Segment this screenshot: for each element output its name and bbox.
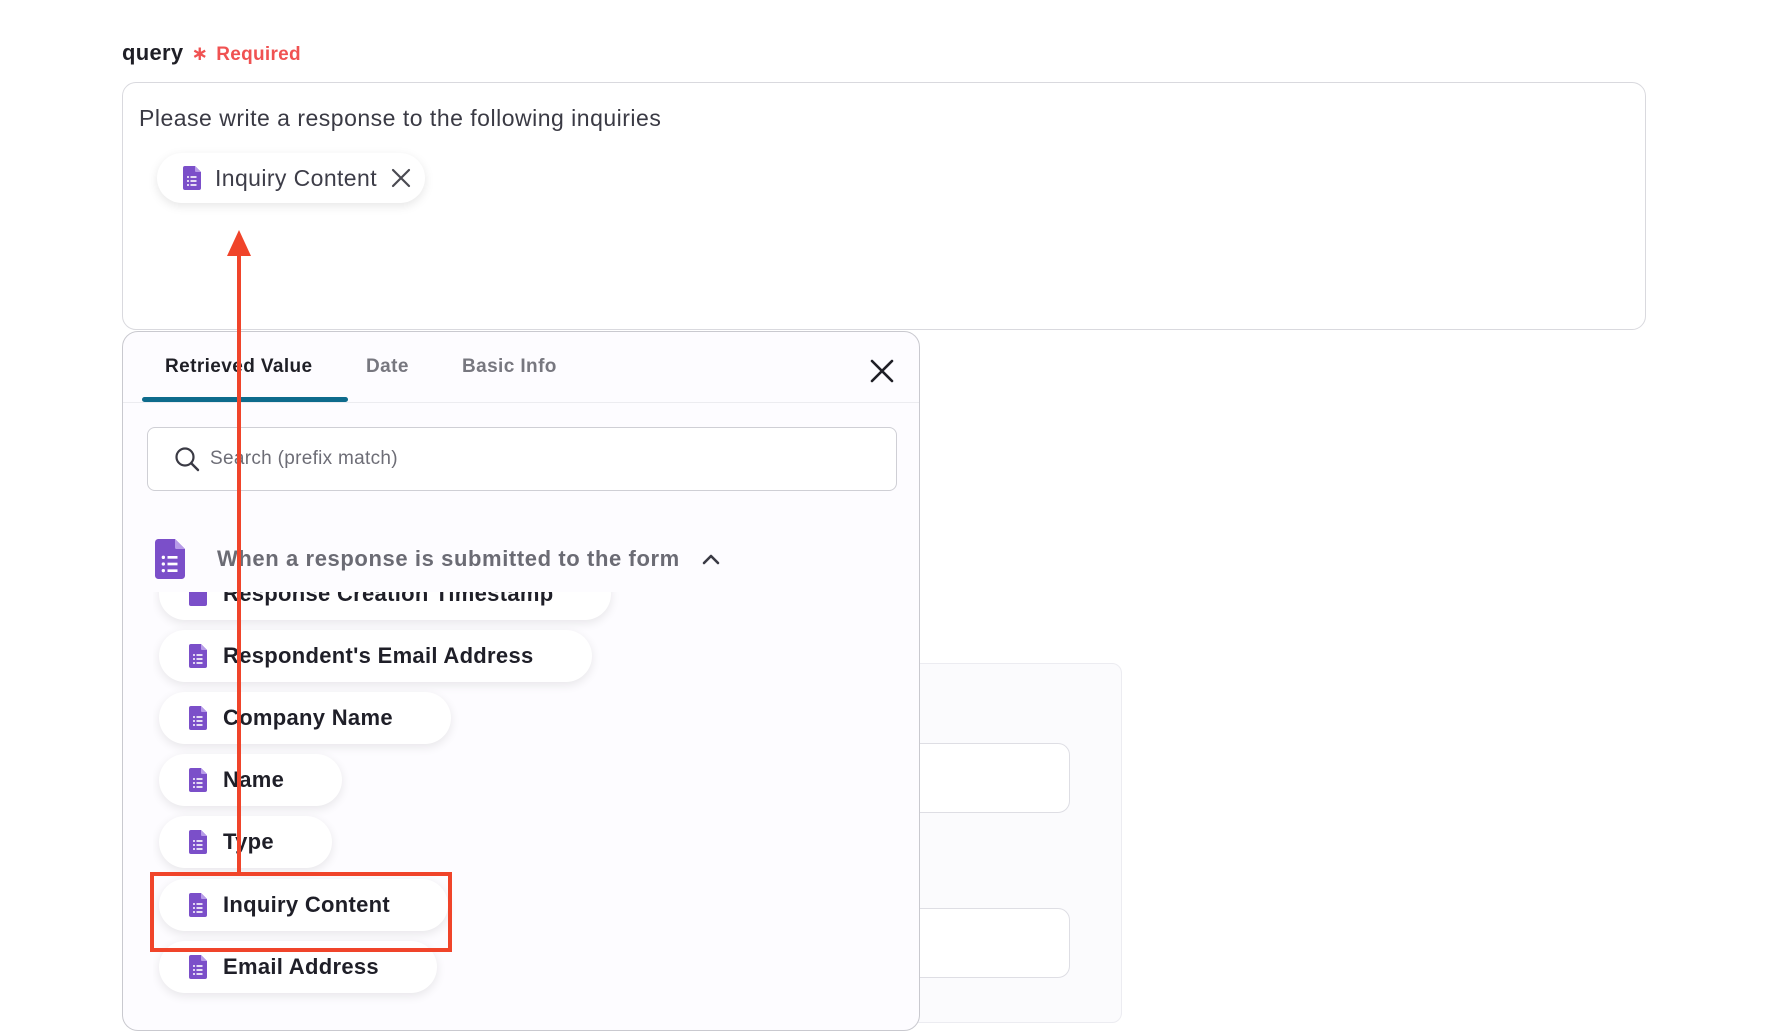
- form-doc-icon: [189, 768, 207, 792]
- query-field-label: query ∗ Required: [122, 40, 301, 66]
- inquiry-content-chip[interactable]: Inquiry Content: [157, 153, 425, 203]
- active-tab-indicator: [142, 397, 348, 402]
- tab-basic-info[interactable]: Basic Info: [462, 356, 557, 378]
- list-item-label: Type: [223, 829, 274, 854]
- tab-retrieved-value[interactable]: Retrieved Value: [165, 356, 313, 378]
- search-field[interactable]: [147, 427, 897, 491]
- query-input-area[interactable]: Please write a response to the following…: [122, 82, 1646, 330]
- search-input[interactable]: [208, 447, 812, 471]
- list-item-label: Response Creation Timestamp: [223, 592, 554, 606]
- annotation-highlight-box: [150, 872, 452, 952]
- search-icon: [175, 447, 200, 472]
- tab-date[interactable]: Date: [366, 356, 409, 378]
- list-item[interactable]: Name: [159, 754, 343, 806]
- close-icon[interactable]: [867, 356, 897, 386]
- chip-label: Inquiry Content: [215, 164, 377, 191]
- list-item[interactable]: Response Creation Timestamp: [159, 592, 612, 620]
- section-title: When a response is submitted to the form: [217, 546, 680, 571]
- query-text[interactable]: Please write a response to the following…: [139, 105, 661, 132]
- list-item-label: Respondent's Email Address: [223, 643, 534, 668]
- required-label: Required: [216, 44, 301, 65]
- retrieved-value-list: Response Creation Timestamp Respondent's…: [153, 592, 893, 1030]
- list-item[interactable]: Respondent's Email Address: [159, 630, 592, 682]
- list-item-label: Email Address: [223, 954, 379, 979]
- list-item-label: Name: [223, 767, 285, 792]
- chevron-up-icon[interactable]: [702, 553, 720, 565]
- form-doc-icon: [189, 706, 207, 730]
- form-doc-icon: [189, 955, 207, 979]
- form-doc-icon: [189, 830, 207, 854]
- field-name: query: [122, 40, 184, 65]
- form-doc-icon: [189, 644, 207, 668]
- required-asterisk: ∗: [191, 43, 209, 65]
- form-doc-icon: [189, 592, 207, 606]
- form-doc-icon: [183, 166, 201, 190]
- close-icon[interactable]: [391, 168, 411, 188]
- list-item[interactable]: Company Name: [159, 692, 451, 744]
- form-doc-icon: [155, 539, 185, 579]
- list-item-label: Company Name: [223, 705, 393, 730]
- list-item[interactable]: Type: [159, 816, 332, 868]
- form-trigger-section-header[interactable]: When a response is submitted to the form: [155, 534, 885, 584]
- tab-bar: Retrieved Value Date Basic Info: [123, 332, 919, 403]
